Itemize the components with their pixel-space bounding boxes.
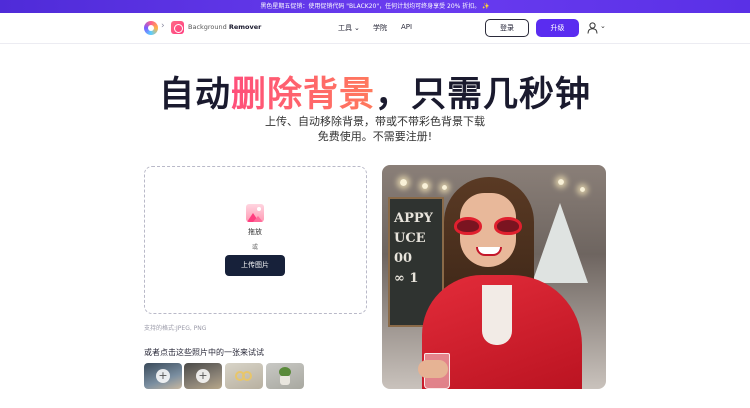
user-icon[interactable] <box>587 22 598 34</box>
app-name-bold: Remover <box>228 23 262 31</box>
nav-tools-label: 工具 <box>338 24 352 32</box>
hero-headline: 自动删除背景，只需几秒钟 <box>0 66 750 117</box>
nav-api[interactable]: API <box>401 23 412 31</box>
sample-prompt-text: 或者点击这些照片中的一张来试试 <box>144 348 264 357</box>
hero-subtitle-line2: 免费使用。不需要注册! <box>317 130 433 143</box>
promo-text: 黑色星期五促销：使用促销代码 "BLACK20"，任何计划均可终身享受 20% … <box>260 3 490 10</box>
chevron-down-icon: ⌄ <box>354 24 360 32</box>
promo-banner[interactable]: 黑色星期五促销：使用促销代码 "BLACK20"，任何计划均可终身享受 20% … <box>0 0 750 13</box>
app-name[interactable]: Background Remover <box>188 23 261 31</box>
or-text: 或 <box>251 244 258 251</box>
brand-logo-icon[interactable] <box>144 21 158 35</box>
nav-tools[interactable]: 工具 ⌄ <box>338 23 360 33</box>
headline-part1: 自动 <box>158 75 231 115</box>
nav-learn[interactable]: 学院 <box>373 23 387 33</box>
top-header: › Background Remover 工具 ⌄ 学院 API 登录 升级 ⌄ <box>0 13 750 44</box>
supported-formats-text: 支持的格式:JPEG, PNG <box>144 325 207 332</box>
chalkboard-sign-text: APPY UCE 00 ∞ 1 <box>394 211 433 286</box>
plus-icon: + <box>196 369 210 383</box>
hero-subtitle-line1: 上传、自动移除背景，带或不带彩色背景下载 <box>265 115 485 128</box>
upload-dropzone[interactable] <box>144 166 367 314</box>
app-name-prefix: Background <box>188 23 227 31</box>
breadcrumb-chevron-icon: › <box>161 21 165 31</box>
upload-image-button[interactable]: 上传图片 <box>225 255 285 276</box>
plus-icon: + <box>156 369 170 383</box>
sample-thumbnail-person[interactable]: + <box>144 363 182 389</box>
image-upload-icon <box>246 204 264 222</box>
sample-thumbnail-plant[interactable] <box>266 363 304 389</box>
upgrade-button[interactable]: 升级 <box>536 19 579 37</box>
headline-part2: ，只需几秒钟 <box>375 75 592 115</box>
user-menu-chevron-icon[interactable]: ⌄ <box>600 22 606 30</box>
headline-accent: 删除背景 <box>230 75 375 115</box>
example-photo: APPY UCE 00 ∞ 1 <box>382 165 606 389</box>
background-remover-app-icon[interactable] <box>171 21 184 34</box>
sample-thumbnail-scene[interactable]: + <box>184 363 222 389</box>
sample-thumbnail-rings[interactable] <box>225 363 263 389</box>
login-button[interactable]: 登录 <box>485 19 529 37</box>
drag-drop-text: 拖放 <box>248 228 262 236</box>
